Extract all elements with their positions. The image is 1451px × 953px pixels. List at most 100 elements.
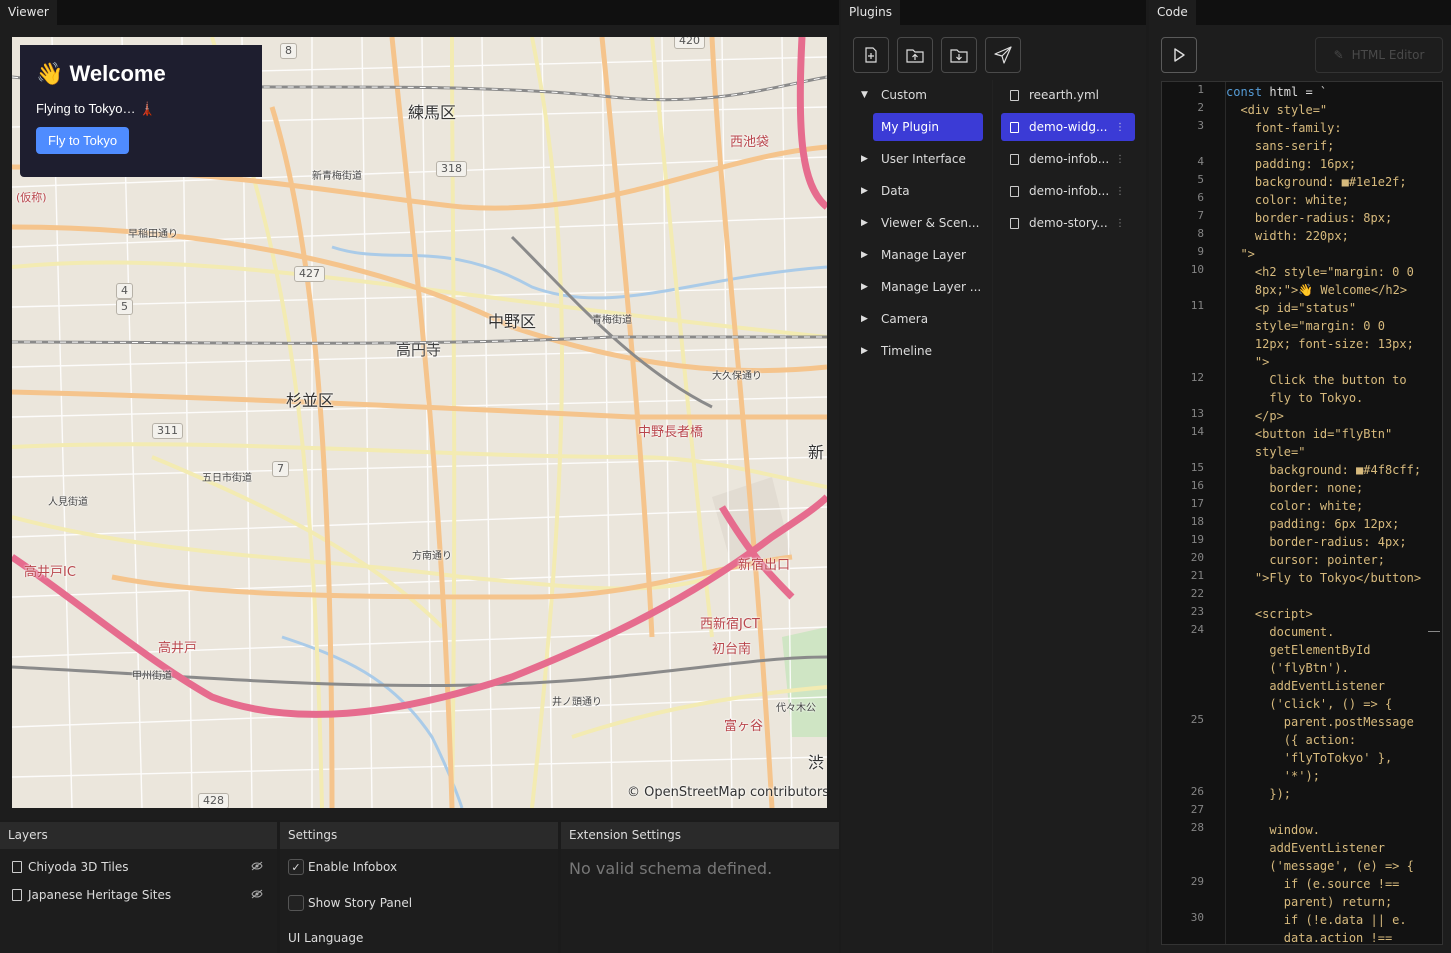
welcome-infobox: 👋 Welcome Flying to Tokyo… 🗼 Fly to Toky…: [20, 45, 262, 177]
show-story-panel-checkbox[interactable]: [288, 895, 304, 911]
code-line: if (!e.data || e.: [1226, 913, 1407, 927]
caret-right-icon: ▶: [861, 218, 868, 228]
more-vertical-icon[interactable]: ⋮: [1115, 154, 1125, 165]
map-label: 方南通り: [412, 551, 452, 562]
viewer-header: Viewer: [0, 0, 839, 25]
file-item[interactable]: demo-story... ⋮: [1001, 209, 1135, 237]
infobox-title: 👋 Welcome: [36, 61, 246, 87]
plugin-category-label: Timeline: [881, 344, 933, 358]
more-vertical-icon[interactable]: ⋮: [1115, 218, 1125, 229]
route-badge: 427: [294, 266, 325, 282]
eye-off-icon[interactable]: [251, 861, 263, 874]
line-number: 16: [1190, 479, 1204, 492]
run-button[interactable]: [1161, 37, 1197, 73]
code-line: <script>: [1226, 607, 1313, 621]
file-label: demo-widg...: [1029, 120, 1108, 134]
more-vertical-icon[interactable]: ⋮: [1115, 122, 1125, 133]
map-label: 甲州街道: [132, 671, 172, 682]
line-number: 5: [1197, 173, 1204, 186]
new-file-button[interactable]: [853, 37, 889, 73]
layer-label: Chiyoda 3D Tiles: [28, 860, 129, 874]
code-line: padding: 6px 12px;: [1226, 517, 1400, 531]
plugins-tab[interactable]: Plugins: [841, 0, 900, 25]
plugin-category-label: Data: [881, 184, 910, 198]
caret-right-icon: ▶: [861, 346, 868, 356]
code-text-area[interactable]: const html = ` <div style=" font-family:…: [1225, 82, 1442, 944]
code-line: fly to Tokyo.: [1226, 391, 1364, 405]
settings-panel: Settings ✓ Enable Infobox Show Story Pan…: [280, 822, 558, 953]
code-tab[interactable]: Code: [1149, 0, 1196, 25]
viewer-tab[interactable]: Viewer: [0, 0, 57, 25]
layer-item[interactable]: Chiyoda 3D Tiles: [12, 857, 263, 877]
plugin-category-manage-layer-2[interactable]: ▶ Manage Layer ...: [861, 273, 981, 301]
line-number: 1: [1197, 83, 1204, 96]
eye-off-icon[interactable]: [251, 889, 263, 902]
download-button[interactable]: [941, 37, 977, 73]
code-line: font-family:: [1226, 121, 1342, 135]
map-label: 富ヶ谷: [724, 719, 764, 734]
code-line: style=": [1226, 445, 1306, 459]
extension-settings-header[interactable]: Extension Settings: [561, 822, 839, 849]
play-icon: [1174, 48, 1185, 62]
send-button[interactable]: [985, 37, 1021, 73]
line-number: 15: [1190, 461, 1204, 474]
html-editor-button[interactable]: ✎ HTML Editor: [1315, 37, 1443, 73]
caret-right-icon: ▶: [861, 282, 868, 292]
layers-header[interactable]: Layers: [0, 822, 277, 849]
file-item[interactable]: reearth.yml: [1001, 81, 1135, 109]
line-number: 18: [1190, 515, 1204, 528]
code-line: border-radius: 8px;: [1226, 211, 1393, 225]
route-badge: 5: [116, 299, 133, 315]
code-line: addEventListener: [1226, 679, 1385, 693]
map-label: 練馬区: [408, 103, 457, 122]
code-line: const html = `: [1226, 85, 1328, 99]
map-label: 高井戸IC: [24, 565, 76, 580]
scrollbar-marker[interactable]: [1428, 631, 1440, 632]
file-item[interactable]: demo-infob... ⋮: [1001, 177, 1135, 205]
more-vertical-icon[interactable]: ⋮: [1115, 186, 1125, 197]
code-line: ('flyBtn').: [1226, 661, 1349, 675]
file-icon: [12, 861, 22, 873]
map-label: 中野長者橋: [638, 425, 704, 440]
plugin-category-data[interactable]: ▶ Data: [861, 177, 910, 205]
plugins-header: Plugins: [841, 0, 1146, 25]
code-line: getElementById: [1226, 643, 1371, 657]
fly-to-tokyo-button[interactable]: Fly to Tokyo: [36, 127, 130, 154]
layers-body: Chiyoda 3D Tiles Japanese Heritage Sites: [0, 849, 277, 953]
enable-infobox-checkbox[interactable]: ✓: [288, 859, 304, 875]
upload-button[interactable]: [897, 37, 933, 73]
route-badge: 428: [198, 793, 229, 808]
plugin-my-plugin[interactable]: My Plugin: [873, 113, 983, 141]
code-line: Click the button to: [1226, 373, 1407, 387]
settings-header[interactable]: Settings: [280, 822, 558, 849]
code-line: ({ action:: [1226, 733, 1357, 747]
line-number: 24: [1190, 623, 1204, 636]
infobox-status: Flying to Tokyo… 🗼: [36, 101, 246, 117]
show-story-panel-row[interactable]: Show Story Panel: [288, 895, 412, 911]
code-line: color: white;: [1226, 193, 1349, 207]
map-label: 渋: [808, 753, 825, 772]
layer-item[interactable]: Japanese Heritage Sites: [12, 885, 263, 905]
settings-body: ✓ Enable Infobox Show Story Panel UI Lan…: [280, 849, 558, 953]
code-header: Code: [1149, 0, 1451, 25]
file-label: demo-infob...: [1029, 184, 1110, 198]
plugin-category-ui[interactable]: ▶ User Interface: [861, 145, 966, 173]
line-number: 29: [1190, 875, 1204, 888]
file-item[interactable]: demo-widg... ⋮: [1001, 113, 1135, 141]
plugin-category-custom[interactable]: ▼ Custom: [861, 81, 927, 109]
send-icon: [994, 46, 1012, 64]
plugin-category-timeline[interactable]: ▶ Timeline: [861, 337, 933, 365]
code-editor[interactable]: 1 2 3 4 5 6 7 8 9 10 11 12 13 14 15 16 17 18 19 20 21 22 23 24 2…: [1161, 81, 1443, 945]
file-item[interactable]: demo-infob... ⋮: [1001, 145, 1135, 173]
code-line: padding: 16px;: [1226, 157, 1357, 171]
plugin-category-label: Viewer & Scen...: [881, 216, 980, 230]
line-number: 6: [1197, 191, 1204, 204]
line-number: 20: [1190, 551, 1204, 564]
plugin-category-viewer[interactable]: ▶ Viewer & Scen...: [861, 209, 980, 237]
enable-infobox-row[interactable]: ✓ Enable Infobox: [288, 859, 397, 875]
plugin-category-camera[interactable]: ▶ Camera: [861, 305, 928, 333]
map-label: 新宿出口: [738, 558, 791, 573]
map-label: 初台南: [712, 642, 752, 657]
plugin-category-manage-layer[interactable]: ▶ Manage Layer: [861, 241, 966, 269]
map-attribution[interactable]: © OpenStreetMap contributors: [627, 785, 827, 800]
